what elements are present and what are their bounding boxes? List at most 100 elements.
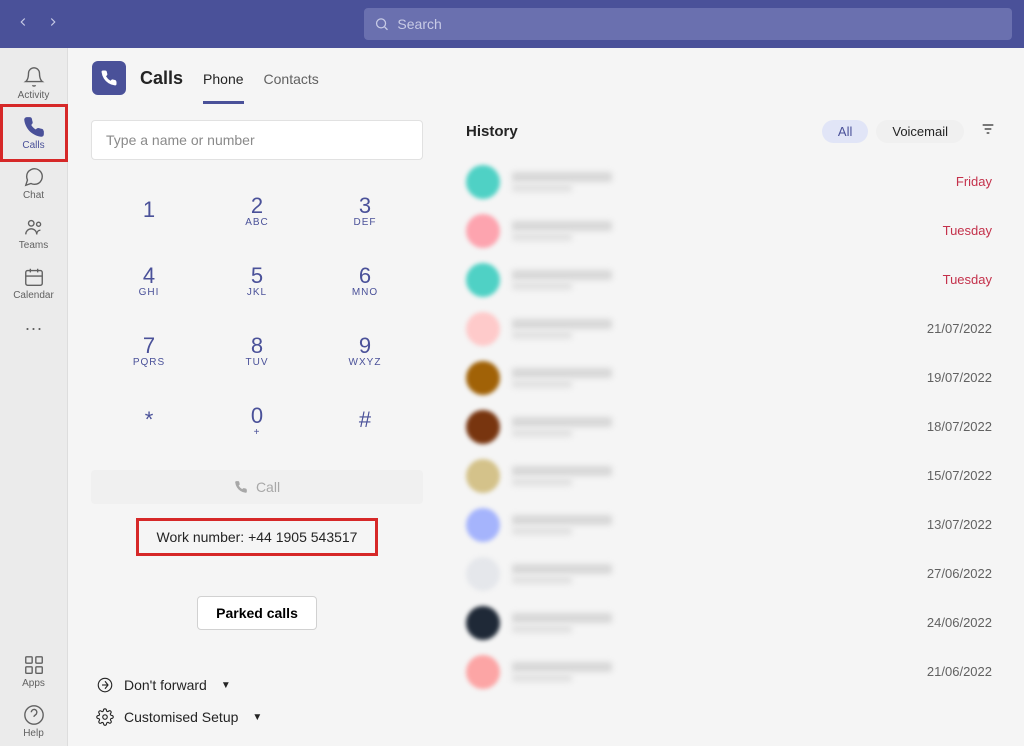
rail-calls[interactable]: Calls [8,108,60,158]
contact-info [512,564,927,584]
page-title: Calls [140,68,183,89]
keypad-key-9[interactable]: 9WXYZ [313,318,417,382]
contact-name [512,319,612,329]
customised-setup[interactable]: Customised Setup ▼ [96,708,424,726]
keypad-key-5[interactable]: 5JKL [205,248,309,312]
contact-info [512,270,943,290]
nav-back-button[interactable] [12,11,34,38]
contact-info [512,319,927,339]
rail-label: Chat [23,190,44,201]
rail-teams[interactable]: Teams [8,208,60,258]
history-row[interactable]: 18/07/2022 [466,402,996,451]
contact-info [512,417,927,437]
caret-down-icon: ▼ [252,712,262,723]
rail-label: Calendar [13,290,54,301]
contact-name [512,368,612,378]
rail-more-button[interactable]: ··· [25,308,43,349]
history-row[interactable]: Tuesday [466,206,996,255]
call-date: 21/07/2022 [927,321,992,336]
history-row[interactable]: 21/06/2022 [466,647,996,696]
history-row[interactable]: 13/07/2022 [466,500,996,549]
keypad-key-3[interactable]: 3DEF [313,178,417,242]
call-button[interactable]: Call [91,470,423,504]
contact-info [512,515,927,535]
history-row[interactable]: 24/06/2022 [466,598,996,647]
search-box[interactable] [364,8,1012,40]
filter-voicemail[interactable]: Voicemail [876,120,964,143]
contact-sub [512,282,572,290]
history-row[interactable]: Friday [466,157,996,206]
call-date: Tuesday [943,272,992,287]
contact-info [512,613,927,633]
keypad-key-1[interactable]: 1 [97,178,201,242]
key-subtext: JKL [247,287,267,298]
contact-sub [512,233,572,241]
key-digit: # [359,407,371,433]
contact-sub [512,527,572,535]
rail-chat[interactable]: Chat [8,158,60,208]
history-row[interactable]: 27/06/2022 [466,549,996,598]
caret-down-icon: ▼ [221,680,231,691]
contact-info [512,172,956,192]
title-bar [0,0,1024,48]
contact-name [512,662,612,672]
call-date: 19/07/2022 [927,370,992,385]
contact-info [512,466,927,486]
rail-label: Apps [22,678,45,689]
history-list: FridayTuesdayTuesday21/07/202219/07/2022… [466,157,996,696]
dial-input[interactable] [91,120,423,160]
forward-label: Don't forward [124,677,207,693]
avatar [466,361,500,395]
history-row[interactable]: Tuesday [466,255,996,304]
contact-name [512,564,612,574]
contact-sub [512,380,572,388]
history-row[interactable]: 15/07/2022 [466,451,996,500]
tab-contacts[interactable]: Contacts [264,53,319,104]
avatar [466,459,500,493]
history-row[interactable]: 19/07/2022 [466,353,996,402]
filter-all[interactable]: All [822,120,868,143]
keypad-key-#[interactable]: # [313,388,417,452]
avatar [466,655,500,689]
call-date: 21/06/2022 [927,664,992,679]
rail-calendar[interactable]: Calendar [8,258,60,308]
keypad-key-*[interactable]: * [97,388,201,452]
rail-label: Calls [22,140,44,151]
tab-phone[interactable]: Phone [203,53,243,104]
call-date: 24/06/2022 [927,615,992,630]
avatar [466,214,500,248]
keypad-key-6[interactable]: 6MNO [313,248,417,312]
contact-sub [512,184,572,192]
keypad-key-2[interactable]: 2ABC [205,178,309,242]
filter-icon[interactable] [980,121,996,142]
key-subtext: PQRS [133,357,165,368]
call-date: 13/07/2022 [927,517,992,532]
search-input[interactable] [397,16,1002,32]
key-digit: * [145,407,154,433]
key-subtext: ABC [245,217,269,228]
avatar [466,557,500,591]
history-pane: History All Voicemail FridayTuesdayTuesd… [446,108,1024,746]
parked-calls-button[interactable]: Parked calls [197,596,317,630]
avatar [466,312,500,346]
rail-apps[interactable]: Apps [8,646,60,696]
gear-icon [96,708,114,726]
contact-sub [512,331,572,339]
forward-setting[interactable]: Don't forward ▼ [96,676,424,694]
app-rail: Activity Calls Chat Teams Calendar ··· A… [0,48,68,746]
keypad-key-7[interactable]: 7PQRS [97,318,201,382]
key-digit: 4 [143,263,155,289]
avatar [466,165,500,199]
keypad-key-8[interactable]: 8TUV [205,318,309,382]
search-icon [374,16,389,32]
rail-help[interactable]: Help [8,696,60,746]
rail-activity[interactable]: Activity [8,58,60,108]
contact-sub [512,674,572,682]
keypad-key-0[interactable]: 0+ [205,388,309,452]
key-subtext: WXYZ [349,357,382,368]
dialer-pane: 12ABC3DEF4GHI5JKL6MNO7PQRS8TUV9WXYZ*0+# … [68,108,446,746]
nav-forward-button[interactable] [42,11,64,38]
key-subtext: DEF [354,217,377,228]
keypad-key-4[interactable]: 4GHI [97,248,201,312]
history-row[interactable]: 21/07/2022 [466,304,996,353]
